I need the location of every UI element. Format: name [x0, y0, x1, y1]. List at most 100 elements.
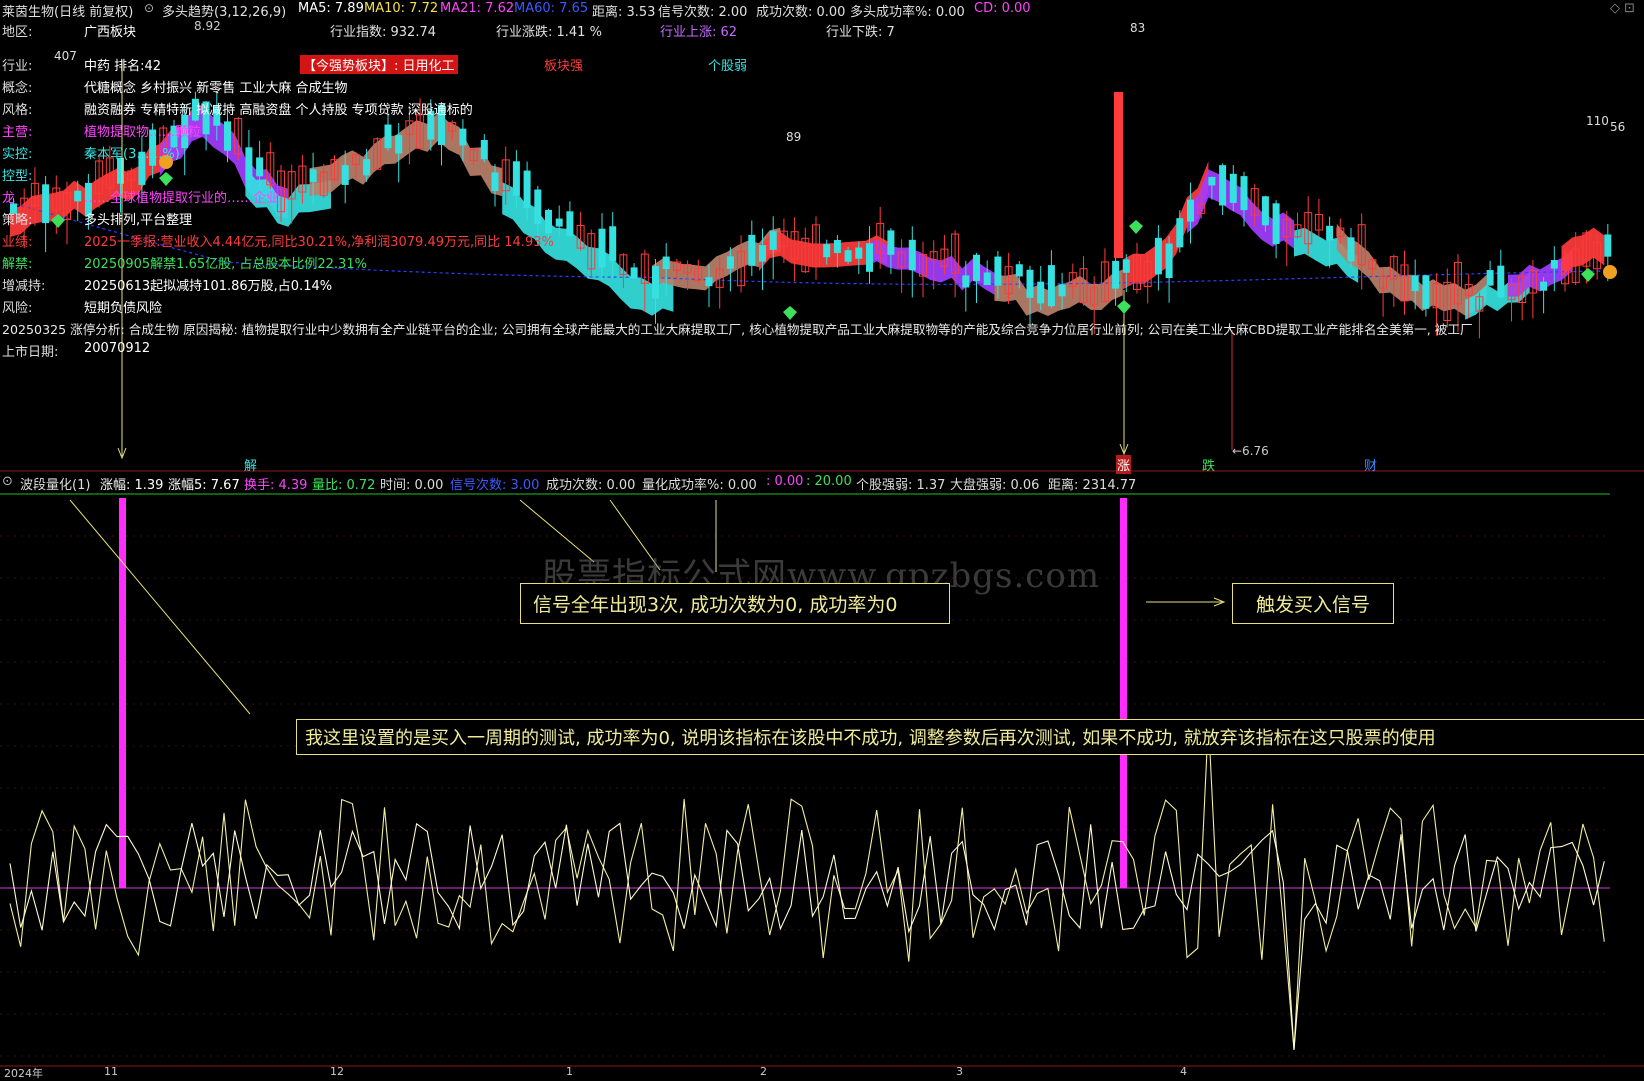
controller-label: 实控: [2, 147, 33, 162]
candle-body-down [1486, 270, 1494, 286]
diamond-signal-5 [1581, 268, 1595, 282]
success-count: 成功次数: 0.00 [756, 5, 846, 20]
sub-value-2: : 20.00 [806, 474, 852, 489]
candle-body-down [705, 277, 713, 287]
candle-body-down [1272, 203, 1280, 244]
diamond-signal-3 [1117, 300, 1131, 314]
candle-body-down [523, 170, 531, 209]
limit-up-candle [1114, 92, 1123, 258]
label-89: 89 [786, 130, 802, 144]
candle-body-down [555, 218, 563, 227]
candle-body-down [1176, 218, 1184, 248]
main-business-label: 主营: [2, 125, 33, 140]
candle-body-down [256, 157, 264, 177]
main-business-value: 植物提取物……颗粒 [84, 125, 202, 140]
candle-body-down [42, 184, 50, 224]
candle-body-down [245, 147, 253, 180]
distance-value: 距离: 3.53 [592, 5, 656, 20]
ribbon-tan-4 [1336, 223, 1487, 316]
indicator-name[interactable]: 多头趋势(3,12,26,9) [162, 1, 286, 20]
candle-body-down [1047, 265, 1055, 307]
diag-arrow-left [69, 499, 251, 715]
sub-amp5: 涨幅5: 7.67 [168, 478, 240, 493]
ma10-value: MA10: 7.72 [364, 1, 439, 16]
axis-mar: 3 [956, 1065, 963, 1078]
industry-label: 行业: [2, 59, 33, 74]
candle-body-down [1219, 165, 1227, 206]
ma60-value: MA60: 7.65 [514, 1, 589, 16]
industry-change: 行业涨跌: 1.41 % [496, 25, 602, 40]
unlock-label: 解禁: [2, 257, 33, 272]
candle-body-down [480, 140, 488, 160]
axis-feb: 2 [760, 1065, 767, 1078]
reduce-value: 20250613起拟减持101.86万股,占0.14% [84, 279, 333, 294]
marker-rise[interactable]: 涨 [1116, 455, 1132, 474]
candle-body-down [74, 190, 82, 202]
stock-title: 莱茵生物(日线 前复权) [2, 5, 134, 20]
sub-success-count: 成功次数: 0.00 [546, 478, 636, 493]
candle-body-down [1540, 281, 1548, 291]
axis-nov: 11 [104, 1065, 118, 1078]
marker-fall[interactable]: 跌 [1202, 455, 1215, 474]
candle-body-down [1604, 234, 1612, 257]
candle-body-down [748, 234, 756, 266]
axis-apr: 4 [1180, 1065, 1187, 1078]
strong-sector-chip: 【今强势板块】: 日用化工 [300, 55, 458, 74]
performance-value: 2025一季报:营业收入4.44亿元,同比30.21%,净利润3079.49万元… [84, 235, 554, 250]
ma21-value: MA21: 7.62 [440, 1, 515, 16]
candle-body-down [866, 243, 873, 272]
candle-body-down [1112, 260, 1120, 289]
controller-value: 秦本军(3……%) [84, 147, 180, 162]
candle-body-down [545, 209, 552, 234]
marker-unlock[interactable]: 解 [244, 455, 257, 474]
sub-collapse-icon[interactable]: ⊙ [2, 474, 13, 489]
candle-body-down [224, 121, 231, 151]
candle-body-down [726, 256, 734, 269]
axis-jan: 1 [566, 1065, 573, 1078]
candle-body-down [823, 244, 831, 258]
label-110: 110 [1586, 114, 1609, 128]
candle-body-down [1550, 260, 1558, 269]
style-label: 风格: [2, 103, 33, 118]
candle-body-down [908, 239, 916, 271]
candle-body-down [1229, 173, 1237, 203]
candle-body-down [534, 189, 542, 225]
candlestick-chart[interactable] [0, 0, 1644, 1079]
sub-success-rate: 量化成功率%: 0.00 [642, 478, 757, 493]
candle-body-down [459, 128, 467, 146]
window-control-icon[interactable]: ◇ ⊡ [1610, 1, 1635, 16]
industry-down: 行业下跌: 7 [826, 25, 895, 40]
region-label: 地区: [2, 25, 33, 40]
collapse-icon[interactable]: ⊙ [144, 1, 154, 15]
high-price-label: 8.92 [194, 19, 221, 33]
signal-count: 信号次数: 2.00 [658, 5, 748, 20]
candle-body-down [994, 256, 1002, 286]
strategy-label: 策略: [2, 213, 33, 228]
signal-bar-2 [1120, 498, 1127, 888]
sub-indicator-name[interactable]: 波段量化(1) [20, 474, 90, 493]
candle-body-down [1154, 237, 1162, 275]
candle-body-down [652, 266, 659, 299]
risk-value: 短期负债风险 [84, 301, 163, 316]
unlock-value: 20250905解禁1.65亿股, 占总股本比例22.31% [84, 257, 367, 272]
candle-body-down [1261, 196, 1269, 226]
buy-coin-icon-1 [1603, 265, 1617, 279]
annotation-test-note: 我这里设置的是买入一周期的测试, 成功率为0, 说明该指标在该股中不成功, 调整… [296, 719, 1644, 755]
candle-body-down [630, 267, 638, 279]
candle-body-down [1497, 265, 1505, 298]
industry-value: 中药 排名:42 [84, 59, 162, 74]
listing-label: 上市日期: [2, 345, 59, 360]
candle-body-down [1037, 281, 1045, 304]
label-407: 407 [54, 49, 77, 63]
marker-finance[interactable]: 财 [1364, 455, 1377, 474]
candle-body-down [384, 124, 392, 149]
candle-body-down [855, 247, 863, 259]
axis-dec: 12 [330, 1065, 344, 1078]
listing-value: 20070912 [84, 341, 151, 356]
candle-body-down [1122, 259, 1130, 273]
candle-body-down [1165, 243, 1173, 278]
region-value: 广西板块 [84, 25, 137, 40]
diamond-signal-2 [783, 306, 797, 320]
candle-body-down [973, 254, 980, 281]
candle-body-down [566, 211, 574, 237]
